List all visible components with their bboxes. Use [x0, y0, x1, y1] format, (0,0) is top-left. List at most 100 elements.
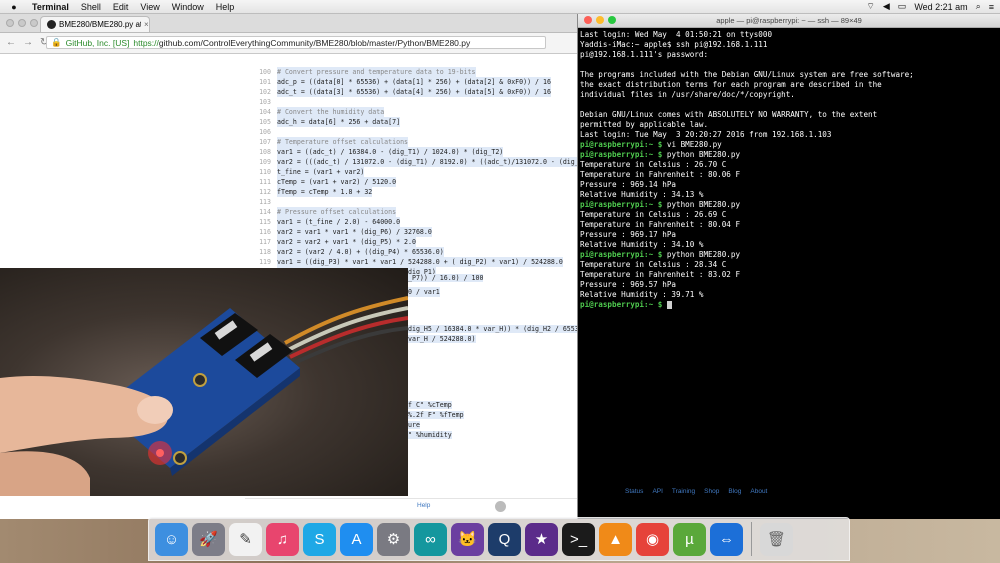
code-line: 118 var2 = (var2 / 4.0) + ((dig_P4) * 655… — [245, 247, 577, 257]
zoom-icon[interactable] — [608, 16, 616, 24]
footer-link[interactable]: Training — [672, 488, 695, 495]
line-number: 112 — [259, 188, 271, 196]
line-number: 110 — [259, 168, 271, 176]
shell-prompt: pi@raspberrypi:~ $ — [580, 140, 663, 149]
trash-icon[interactable]: 🗑 — [760, 522, 793, 556]
shell-prompt: pi@raspberrypi:~ $ — [580, 150, 663, 159]
line-number: 105 — [259, 118, 271, 126]
code-line: 108 var1 = ((adc_t) / 16384.0 - (dig_T1) … — [245, 147, 577, 157]
code-text: t_fine = (var1 + var2) — [277, 167, 365, 177]
terminal-line: Last login: Wed May 4 01:50:21 on ttys00… — [580, 30, 1000, 40]
itunes-icon[interactable]: ♫ — [266, 522, 299, 556]
code-text: var2 = var2 + var1 * (dig_P5) * 2.0 — [277, 237, 416, 247]
github-logo-icon[interactable] — [495, 501, 506, 512]
imovie-icon[interactable]: ★ — [525, 522, 558, 556]
line-number: 107 — [259, 138, 271, 146]
vlc-icon[interactable]: ▲ — [599, 522, 632, 556]
app-store-icon[interactable]: A — [340, 522, 373, 556]
arduino-icon[interactable]: ∞ — [414, 522, 447, 556]
terminal-text: Temperature in Fahrenheit : 80.04 F — [580, 220, 741, 229]
system-preferences-icon[interactable]: ⚙ — [377, 522, 410, 556]
footer-link[interactable]: Blog — [728, 488, 741, 495]
terminal-text: Relative Humidity : 34.13 % — [580, 190, 704, 199]
notification-center-icon[interactable]: ≡ — [989, 2, 994, 12]
back-icon[interactable]: ← — [6, 37, 16, 48]
window-zoom-button[interactable] — [30, 19, 38, 27]
terminal-line: permitted by applicable law. — [580, 120, 1000, 130]
footer-link[interactable]: About — [750, 488, 767, 495]
launchpad-icon[interactable]: 🚀 — [192, 522, 225, 556]
terminal-cursor — [666, 301, 672, 309]
window-minimize-button[interactable] — [18, 19, 26, 27]
menu-window[interactable]: Window — [172, 2, 204, 12]
secure-label: GitHub, Inc. [US] — [65, 37, 130, 48]
code-line: 111 cTemp = (var1 + var2) / 5120.0 — [245, 177, 577, 187]
menu-help[interactable]: Help — [216, 2, 235, 12]
terminal-line: Temperature in Celsius : 26.70 C — [580, 160, 1000, 170]
tab-bar: BME280/BME280.py at m × — [0, 14, 577, 33]
minimize-icon[interactable] — [596, 16, 604, 24]
apple-menu-icon[interactable]: ● — [8, 2, 20, 12]
code-text: var2 = (((adc_t) / 131072.0 - (dig_T1) /… — [277, 157, 577, 167]
footer-link[interactable]: API — [652, 488, 662, 495]
url-text: github.com/ControlEverythingCommunity/BM… — [158, 37, 471, 48]
code-partial-line: " %humidity — [408, 431, 452, 439]
code-view: 100 # Convert pressure and temperature da… — [245, 67, 577, 297]
search-icon[interactable]: ⌕ — [976, 1, 981, 12]
terminal-text: python BME280.py — [662, 250, 741, 259]
code-line: 113 — [245, 197, 577, 207]
code-text: adc_t = ((data[3] * 65536) + (data[4] * … — [277, 87, 551, 97]
terminal-window[interactable]: apple — pi@raspberrypi: ~ — ssh — 89×49 … — [577, 14, 1000, 519]
terminal-icon[interactable]: >_ — [562, 522, 595, 556]
shell-prompt: pi@raspberrypi:~ $ — [580, 200, 663, 209]
shell-prompt: pi@raspberrypi:~ $ — [580, 300, 663, 309]
wifi-icon[interactable]: ⌔ — [866, 1, 874, 12]
battery-icon[interactable]: ▭ — [898, 1, 907, 12]
code-text: cTemp = (var1 + var2) / 5120.0 — [277, 177, 397, 187]
finder-icon[interactable]: ☺ — [155, 522, 188, 556]
forward-icon[interactable]: → — [23, 37, 33, 48]
terminal-line: Relative Humidity : 34.13 % — [580, 190, 1000, 200]
teamviewer-icon[interactable]: ⇔ — [710, 522, 743, 556]
textedit-icon[interactable]: ✎ — [229, 522, 262, 556]
line-number: 118 — [259, 248, 271, 256]
quicktime-icon[interactable]: Q — [488, 522, 521, 556]
address-toolbar: ← → ↻ 🔒 GitHub, Inc. [US] https:// githu… — [0, 33, 577, 54]
footer-help-link[interactable]: Help — [417, 502, 430, 509]
menu-edit[interactable]: Edit — [113, 2, 129, 12]
code-line: 119 var1 = ((dig_P3) * var1 * var1 / 5242… — [245, 257, 577, 267]
volume-icon[interactable]: ◀ — [883, 1, 890, 12]
terminal-line: Pressure : 969.14 hPa — [580, 180, 1000, 190]
browser-tab[interactable]: BME280/BME280.py at m × — [40, 16, 150, 32]
code-partial-line: f C" %cTemp — [408, 401, 452, 409]
line-number: 103 — [259, 98, 271, 106]
code-text: var1 = (t_fine / 2.0) - 64000.0 — [277, 217, 401, 227]
line-number: 111 — [259, 178, 271, 186]
github-desktop-icon[interactable]: 🐱 — [451, 522, 484, 556]
line-number: 114 — [259, 208, 271, 216]
terminal-text: Last login: Tue May 3 20:20:27 2016 from… — [580, 130, 832, 139]
code-line: 117 var2 = var2 + var1 * (dig_P5) * 2.0 — [245, 237, 577, 247]
terminal-text: Pressure : 969.17 hPa — [580, 230, 677, 239]
menu-app-name[interactable]: Terminal — [32, 2, 69, 12]
menu-view[interactable]: View — [140, 2, 159, 12]
terminal-output[interactable]: Last login: Wed May 4 01:50:21 on ttys00… — [578, 28, 1000, 310]
terminal-line: Temperature in Fahrenheit : 80.06 F — [580, 170, 1000, 180]
dock-separator — [751, 522, 752, 556]
skype-icon[interactable]: S — [303, 522, 336, 556]
chrome-icon[interactable]: ◉ — [636, 522, 669, 556]
code-partial-line: var_H / 524288.0) — [408, 335, 476, 343]
address-bar[interactable]: 🔒 GitHub, Inc. [US] https:// github.com/… — [46, 36, 546, 49]
menu-shell[interactable]: Shell — [81, 2, 101, 12]
footer-link[interactable]: Shop — [704, 488, 719, 495]
menubar-clock[interactable]: Wed 2:21 am — [914, 2, 967, 12]
window-close-button[interactable] — [6, 19, 14, 27]
code-line: 104 # Convert the humidity data — [245, 107, 577, 117]
code-text: adc_h = data[6] * 256 + data[7] — [277, 117, 401, 127]
terminal-text: Temperature in Celsius : 26.69 C — [580, 210, 727, 219]
close-icon[interactable] — [584, 16, 592, 24]
tab-close-icon[interactable]: × — [144, 20, 149, 29]
footer-link[interactable]: Status — [625, 488, 643, 495]
line-number: 119 — [259, 258, 271, 266]
utorrent-icon[interactable]: µ — [673, 522, 706, 556]
